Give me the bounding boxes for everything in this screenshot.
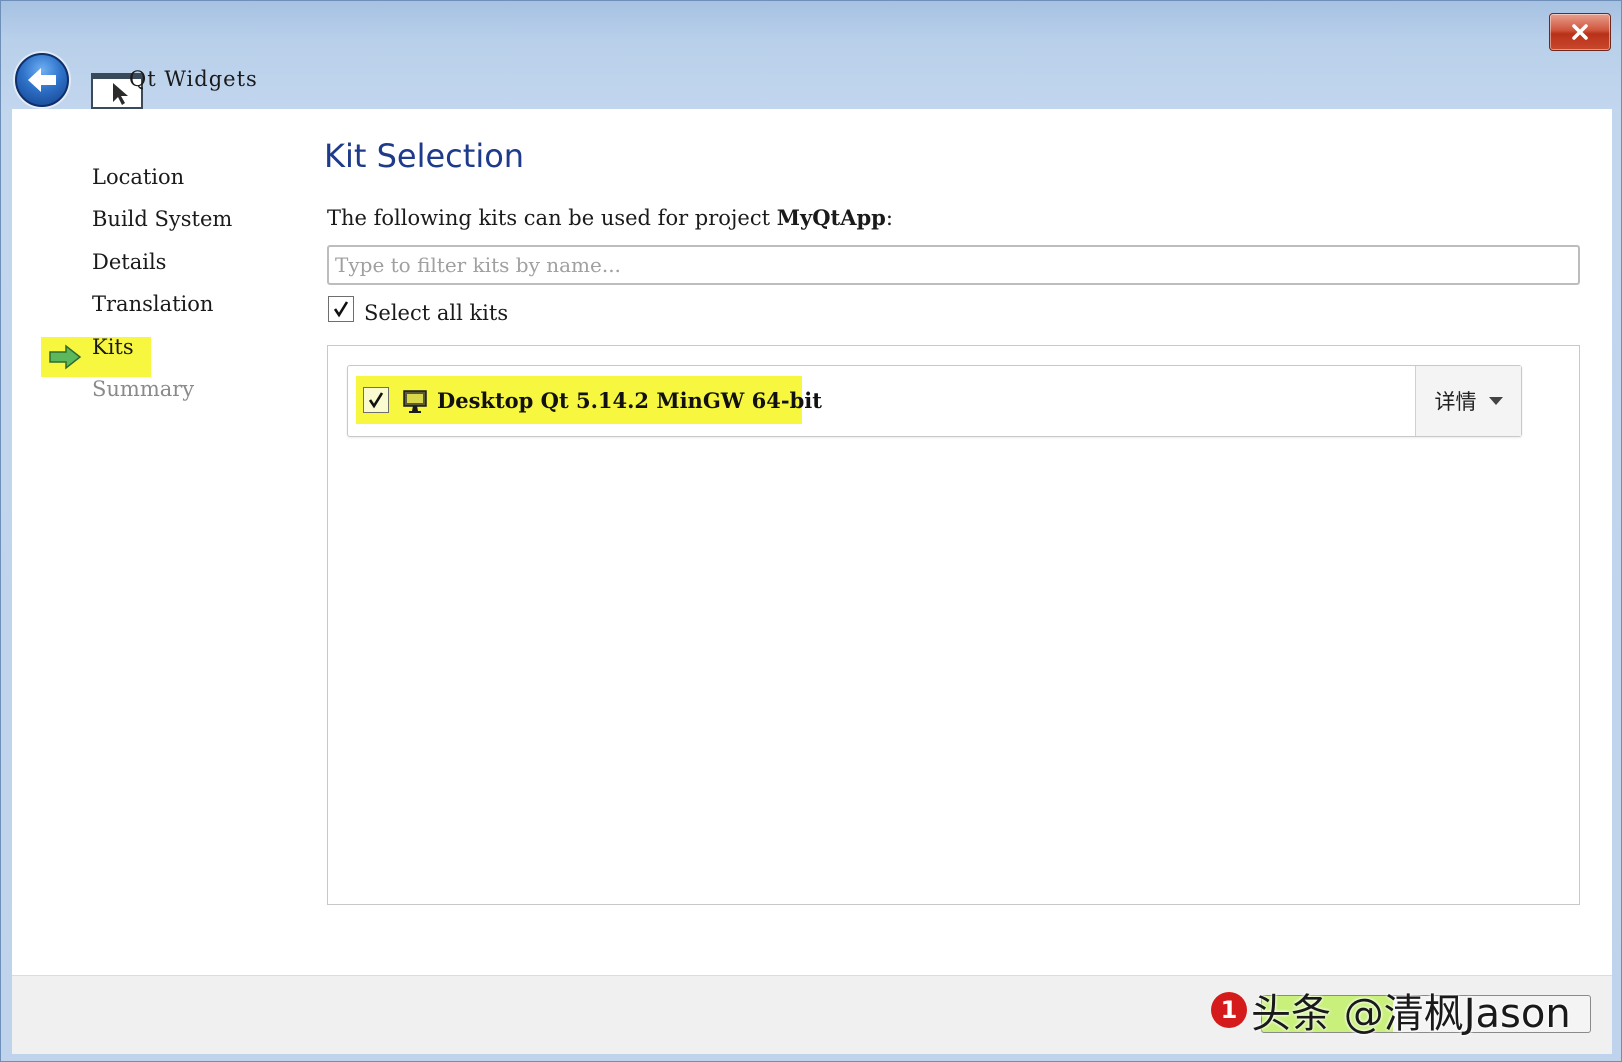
- wizard-title: Qt Widgets: [129, 67, 258, 91]
- page-title: Kit Selection: [324, 137, 525, 175]
- wizard-window: Qt Widgets Location Build System Details…: [0, 0, 1622, 1062]
- checkmark-icon: [368, 392, 384, 409]
- nav-step-details: Details: [92, 250, 167, 274]
- description-prefix: The following kits can be used for proje…: [327, 206, 777, 230]
- nav-step-translation: Translation: [92, 292, 214, 316]
- monitor-icon: [403, 390, 427, 413]
- nav-step-kits: Kits: [92, 335, 134, 359]
- kit-details-label: 详情: [1434, 390, 1477, 414]
- chevron-down-icon: [1488, 397, 1503, 405]
- close-icon: [1572, 24, 1588, 40]
- watermark-badge: 1: [1211, 992, 1247, 1028]
- kits-list-panel: Desktop Qt 5.14.2 MinGW 64-bit 详情: [327, 345, 1580, 905]
- current-step-arrow-icon: [49, 344, 82, 370]
- watermark: 1 头条 @清枫Jason: [1211, 986, 1571, 1037]
- back-button[interactable]: [15, 53, 69, 107]
- nav-step-location: Location: [92, 165, 185, 189]
- project-name: MyQtApp: [776, 205, 886, 230]
- nav-step-summary: Summary: [92, 377, 195, 401]
- kits-description: The following kits can be used for proje…: [327, 205, 893, 230]
- watermark-text: 头条 @清枫Jason: [1251, 991, 1571, 1037]
- kit-checkbox[interactable]: [363, 387, 389, 413]
- close-button[interactable]: [1549, 13, 1611, 51]
- description-suffix: :: [885, 206, 893, 230]
- back-arrow-icon: [28, 68, 56, 92]
- kit-name: Desktop Qt 5.14.2 MinGW 64-bit: [437, 388, 822, 413]
- select-all-label: Select all kits: [364, 301, 509, 325]
- kit-filter-input[interactable]: [327, 245, 1580, 285]
- kit-details-button[interactable]: 详情: [1415, 366, 1521, 436]
- kit-row[interactable]: Desktop Qt 5.14.2 MinGW 64-bit 详情: [347, 365, 1522, 437]
- checkmark-icon: [333, 301, 349, 318]
- content-area: Location Build System Details Translatio…: [12, 109, 1612, 975]
- nav-step-build-system: Build System: [92, 207, 233, 231]
- select-all-checkbox[interactable]: [328, 296, 354, 322]
